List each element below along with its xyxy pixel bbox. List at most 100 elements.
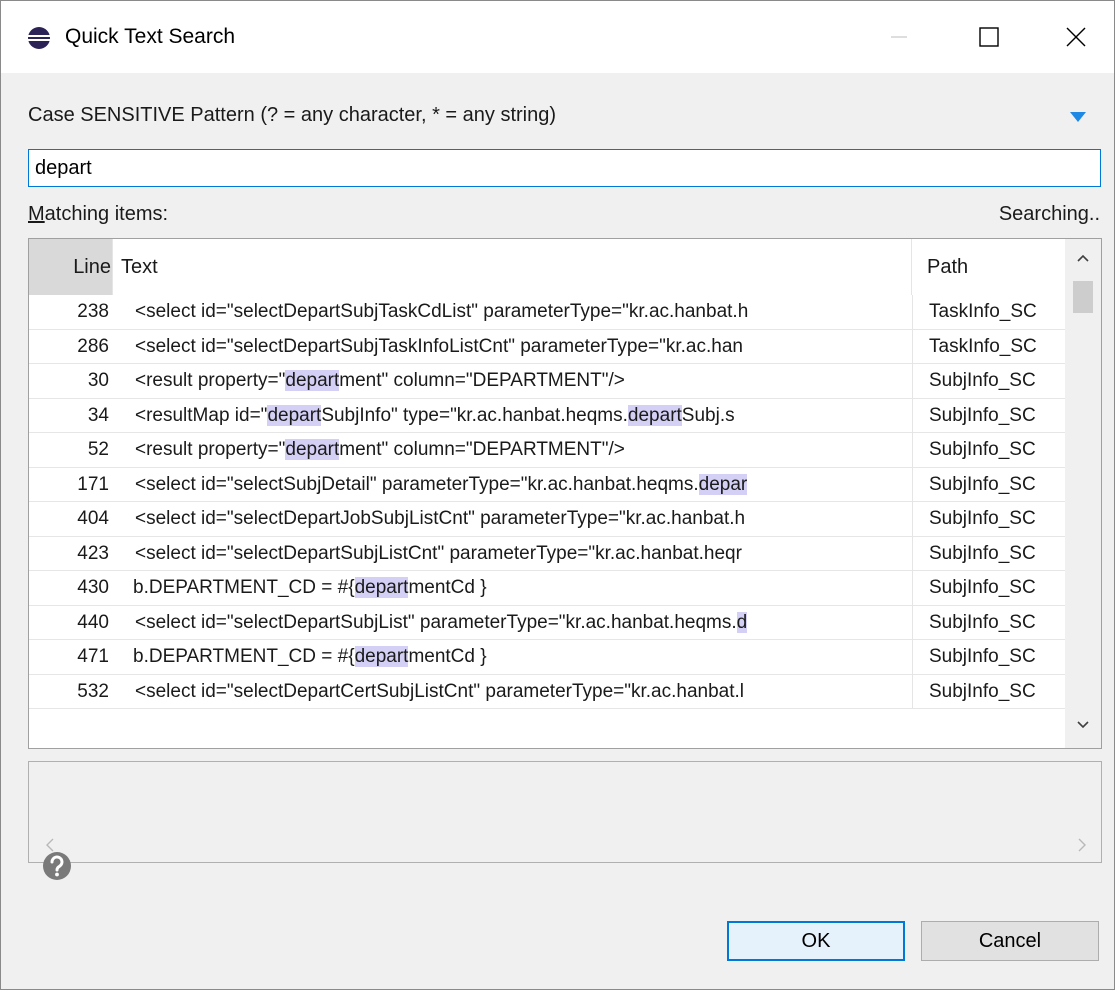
text-segment: SubjInfo" type="kr.ac.hanbat.heqms.	[321, 404, 628, 426]
text-segment: b.DEPARTMENT_CD = #{	[133, 646, 355, 667]
text-segment: <select id="selectDepartSubjTaskInfoList…	[135, 335, 743, 357]
scroll-down-button[interactable]	[1065, 718, 1101, 742]
row-path: SubjInfo_SC	[929, 611, 1036, 633]
minimize-icon	[891, 36, 907, 38]
table-row[interactable]: 404 <select id="selectDepartJobSubjListCn…	[29, 502, 1065, 537]
table-row[interactable]: 238 <select id="selectDepartSubjTaskCdLis…	[29, 295, 1065, 330]
column-header-path[interactable]: Path	[913, 239, 1065, 295]
match-highlight: depart	[354, 577, 409, 598]
row-text: b.DEPARTMENT_CD = #{departmentCd }	[133, 640, 905, 674]
row-line-number: 440	[77, 611, 109, 633]
row-path: SubjInfo_SC	[929, 646, 1036, 667]
table-row[interactable]: 34 <resultMap id="departSubjInfo" type="k…	[29, 398, 1065, 433]
chevron-up-icon	[1077, 254, 1089, 262]
row-path: TaskInfo_SC	[929, 301, 1037, 322]
table-header: Line Text Path	[29, 239, 1065, 295]
row-path: SubjInfo_SC	[929, 439, 1036, 460]
row-path: SubjInfo_SC	[929, 473, 1036, 495]
column-separator	[912, 398, 913, 433]
table-row[interactable]: 440 <select id="selectDepartSubjList" par…	[29, 605, 1065, 640]
text-segment: ment" column="DEPARTMENT"/>	[339, 439, 625, 460]
row-line-number: 404	[77, 508, 109, 529]
column-separator	[912, 536, 913, 571]
row-path: SubjInfo_SC	[929, 577, 1036, 598]
scroll-up-button[interactable]	[1065, 251, 1101, 275]
row-text: <select id="selectDepartSubjListCnt" par…	[135, 537, 907, 571]
table-row[interactable]: 423 <select id="selectDepartSubjListCnt" …	[29, 536, 1065, 571]
column-separator	[912, 467, 913, 502]
text-segment: <resultMap id="	[135, 404, 268, 426]
cancel-button[interactable]: Cancel	[921, 921, 1099, 961]
column-header-text[interactable]: Text	[113, 239, 912, 295]
match-highlight: d	[736, 611, 748, 633]
window-title: Quick Text Search	[65, 25, 236, 48]
row-path: SubjInfo_SC	[929, 508, 1036, 529]
row-path: TaskInfo_SC	[929, 335, 1037, 357]
row-path: SubjInfo_SC	[929, 680, 1036, 702]
table-row[interactable]: 52 <result property="department" column="…	[29, 433, 1065, 468]
row-line-number: 30	[87, 370, 109, 391]
search-status: Searching..	[998, 203, 1100, 225]
text-segment: <select id="selectDepartJobSubjListCnt" …	[135, 508, 746, 529]
search-input[interactable]	[28, 149, 1101, 187]
match-highlight: depart	[285, 370, 340, 391]
table-row[interactable]: 430 b.DEPARTMENT_CD = #{departmentCd } Sub…	[29, 571, 1065, 606]
table-row[interactable]: 471 b.DEPARTMENT_CD = #{departmentCd } Sub…	[29, 640, 1065, 675]
table-row[interactable]: 171 <select id="selectSubjDetail" paramet…	[29, 467, 1065, 502]
results-table[interactable]: Line Text Path 238 <select id="selectDepa…	[28, 238, 1102, 749]
row-line-number: 286	[77, 335, 109, 357]
row-text: <select id="selectDepartJobSubjListCnt" …	[135, 502, 907, 536]
text-segment: <result property="	[135, 370, 286, 391]
row-line-number: 34	[87, 404, 109, 426]
column-separator	[912, 433, 913, 467]
text-segment: <select id="selectDepartSubjTaskCdList" …	[135, 301, 749, 322]
close-button[interactable]	[1033, 1, 1115, 73]
table-body: 238 <select id="selectDepartSubjTaskCdLis…	[29, 295, 1065, 709]
chevron-down-icon[interactable]	[1069, 111, 1087, 123]
maximize-button[interactable]	[946, 1, 1032, 73]
scroll-thumb[interactable]	[1073, 281, 1093, 313]
row-text: <select id="selectDepartSubjTaskInfoList…	[135, 330, 907, 364]
text-segment: mentCd }	[408, 646, 487, 667]
row-text: <select id="selectSubjDetail" parameterT…	[135, 468, 907, 502]
eclipse-icon	[28, 27, 50, 49]
column-separator	[912, 605, 913, 640]
row-line-number: 471	[77, 646, 109, 667]
text-segment: b.DEPARTMENT_CD = #{	[133, 577, 355, 598]
row-text: <select id="selectDepartSubjTaskCdList" …	[135, 295, 907, 329]
column-header-line[interactable]: Line	[29, 239, 113, 295]
row-text: <resultMap id="departSubjInfo" type="kr.…	[135, 399, 907, 433]
row-line-number: 430	[77, 577, 109, 598]
match-highlight: depar	[698, 473, 748, 495]
vertical-scrollbar[interactable]	[1065, 239, 1101, 748]
text-segment: <select id="selectSubjDetail" parameterT…	[135, 473, 699, 495]
column-separator	[912, 640, 913, 674]
row-path: SubjInfo_SC	[929, 542, 1036, 564]
close-icon	[1066, 27, 1086, 47]
row-path: SubjInfo_SC	[929, 370, 1036, 391]
row-path: SubjInfo_SC	[929, 404, 1036, 426]
row-text: <select id="selectDepartCertSubjListCnt"…	[135, 675, 907, 709]
row-line-number: 238	[77, 301, 109, 322]
column-separator	[912, 571, 913, 605]
column-separator	[912, 502, 913, 536]
text-segment: Subj.s	[681, 404, 735, 426]
quick-text-search-dialog: Quick Text Search Case SENSITIVE Pattern…	[0, 0, 1115, 990]
help-icon[interactable]	[37, 846, 77, 886]
match-highlight: depart	[267, 404, 322, 426]
maximize-icon	[979, 27, 999, 47]
horizontal-scrollbar[interactable]	[29, 830, 1101, 862]
row-line-number: 171	[77, 473, 109, 495]
row-text: <select id="selectDepartSubjList" parame…	[135, 606, 907, 640]
chevron-right-icon[interactable]	[1075, 836, 1089, 854]
minimize-button[interactable]	[856, 1, 942, 73]
title-bar[interactable]: Quick Text Search	[1, 1, 1114, 73]
ok-button[interactable]: OK	[727, 921, 905, 961]
table-row[interactable]: 30 <result property="department" column="…	[29, 364, 1065, 399]
chevron-down-icon	[1077, 721, 1089, 729]
row-text: <result property="department" column="DE…	[135, 364, 907, 398]
matching-items-label-rest: atching items:	[44, 203, 169, 225]
table-row[interactable]: 286 <select id="selectDepartSubjTaskInfoL…	[29, 329, 1065, 364]
match-highlight: depart	[285, 439, 340, 460]
table-row[interactable]: 532 <select id="selectDepartCertSubjListC…	[29, 674, 1065, 709]
